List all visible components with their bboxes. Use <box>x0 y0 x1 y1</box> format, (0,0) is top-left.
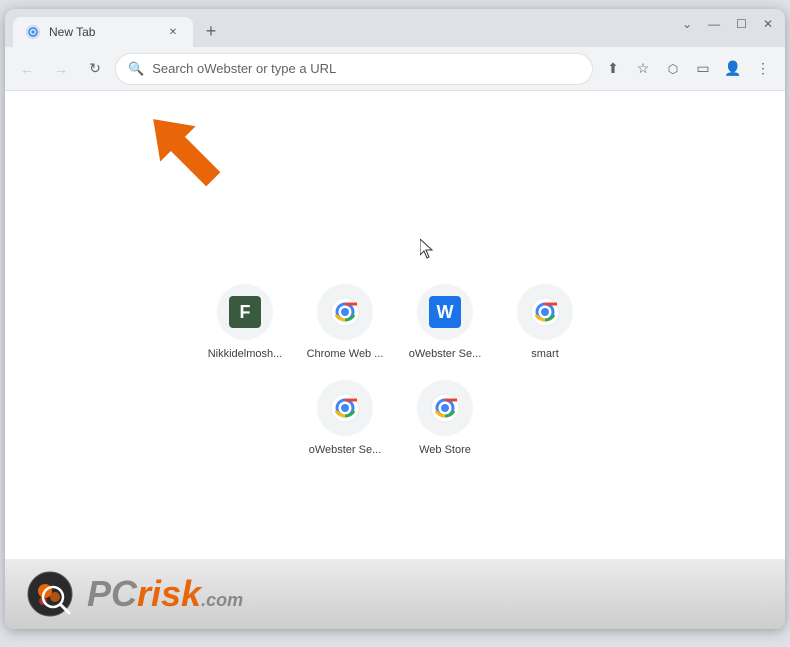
nav-actions: ⬆ ☆ ⬡ ▭ 👤 ⋮ <box>599 55 777 83</box>
profile-icon: 👤 <box>724 60 741 77</box>
shortcut-nikkidelmosh[interactable]: F Nikkidelmosh... <box>205 284 285 360</box>
back-icon: ← <box>20 61 34 77</box>
shortcut-chrome-web-1[interactable]: Chrome Web ... <box>305 284 385 360</box>
shortcut-owebster-se-2[interactable]: oWebster Se... <box>305 380 385 456</box>
back-button[interactable]: ← <box>13 55 41 83</box>
reload-button[interactable]: ↻ <box>81 55 109 83</box>
share-button[interactable]: ⬆ <box>599 55 627 83</box>
minimize-button[interactable]: — <box>708 17 720 31</box>
new-tab-page: F Nikkidelmosh... <box>5 91 785 629</box>
pcrisk-watermark: PCrisk.com <box>5 559 785 629</box>
tab-close-button[interactable]: ✕ <box>165 24 181 40</box>
title-bar: New Tab ✕ + ⌄ — ☐ ✕ <box>5 9 785 47</box>
close-button[interactable]: ✕ <box>763 17 773 31</box>
shortcut-nikkidelmosh-icon-wrapper: F <box>217 284 273 340</box>
web-store-favicon <box>429 392 461 424</box>
menu-icon: ⋮ <box>756 60 770 77</box>
cast-button[interactable]: ▭ <box>689 55 717 83</box>
window-controls: ⌄ — ☐ ✕ <box>682 17 773 31</box>
address-text: Search oWebster or type a URL <box>152 61 580 76</box>
com-text: .com <box>201 590 243 610</box>
new-tab-button[interactable]: + <box>197 17 225 45</box>
nav-bar: ← → ↻ 🔍 Search oWebster or type a URL ⬆ … <box>5 47 785 91</box>
smart-favicon <box>529 296 561 328</box>
shortcuts-row-2: oWebster Se... <box>305 380 485 456</box>
active-tab[interactable]: New Tab ✕ <box>13 17 193 47</box>
shortcut-owebster-se-2-label: oWebster Se... <box>305 444 385 456</box>
shortcut-web-store-icon-wrapper <box>417 380 473 436</box>
shortcut-chrome-web-1-icon-wrapper <box>317 284 373 340</box>
page-content: F Nikkidelmosh... <box>5 91 785 629</box>
tab-title: New Tab <box>49 25 157 39</box>
bookmark-button[interactable]: ☆ <box>629 55 657 83</box>
shortcut-owebster-se-2-icon-wrapper <box>317 380 373 436</box>
shortcut-owebster-se-1-icon-wrapper: W <box>417 284 473 340</box>
shortcut-smart-icon-wrapper <box>517 284 573 340</box>
shortcut-smart-label: smart <box>505 348 585 360</box>
shortcuts-container: F Nikkidelmosh... <box>205 284 585 456</box>
search-icon: 🔍 <box>128 61 144 77</box>
owebster-se-2-favicon <box>329 392 361 424</box>
shortcut-smart[interactable]: smart <box>505 284 585 360</box>
shortcut-owebster-se-1[interactable]: W oWebster Se... <box>405 284 485 360</box>
shortcut-web-store[interactable]: Web Store <box>405 380 485 456</box>
extensions-icon: ⬡ <box>668 62 678 76</box>
pcrisk-text: PCrisk.com <box>87 573 243 614</box>
shortcut-owebster-se-1-label: oWebster Se... <box>405 348 485 360</box>
extensions-button[interactable]: ⬡ <box>659 55 687 83</box>
browser-window: New Tab ✕ + ⌄ — ☐ ✕ ← → ↻ 🔍 Search oWebs… <box>5 9 785 629</box>
maximize-button[interactable]: ☐ <box>736 17 747 31</box>
reload-icon: ↻ <box>89 60 101 77</box>
arrow-icon <box>125 101 245 201</box>
owebster-favicon: W <box>429 296 461 328</box>
pcrisk-text-container: PCrisk.com <box>87 573 243 615</box>
arrow-annotation <box>125 101 245 206</box>
shortcut-chrome-web-1-label: Chrome Web ... <box>305 348 385 360</box>
menu-button[interactable]: ⋮ <box>749 55 777 83</box>
share-icon: ⬆ <box>607 60 619 77</box>
bookmark-icon: ☆ <box>637 60 650 77</box>
forward-button[interactable]: → <box>47 55 75 83</box>
shortcuts-row-1: F Nikkidelmosh... <box>205 284 585 360</box>
shortcut-web-store-label: Web Store <box>405 444 485 456</box>
nikkidelmosh-favicon: F <box>229 296 261 328</box>
pcrisk-logo-icon <box>25 569 75 619</box>
risk-text: risk <box>137 573 201 614</box>
pc-text: PC <box>87 573 137 614</box>
shortcut-nikkidelmosh-label: Nikkidelmosh... <box>205 348 285 360</box>
address-bar[interactable]: 🔍 Search oWebster or type a URL <box>115 53 593 85</box>
cast-icon: ▭ <box>696 60 709 77</box>
profile-button[interactable]: 👤 <box>719 55 747 83</box>
tab-favicon-icon <box>25 24 41 40</box>
forward-icon: → <box>54 61 68 77</box>
chrome-favicon-1 <box>329 296 361 328</box>
chevron-down-icon[interactable]: ⌄ <box>682 17 692 31</box>
